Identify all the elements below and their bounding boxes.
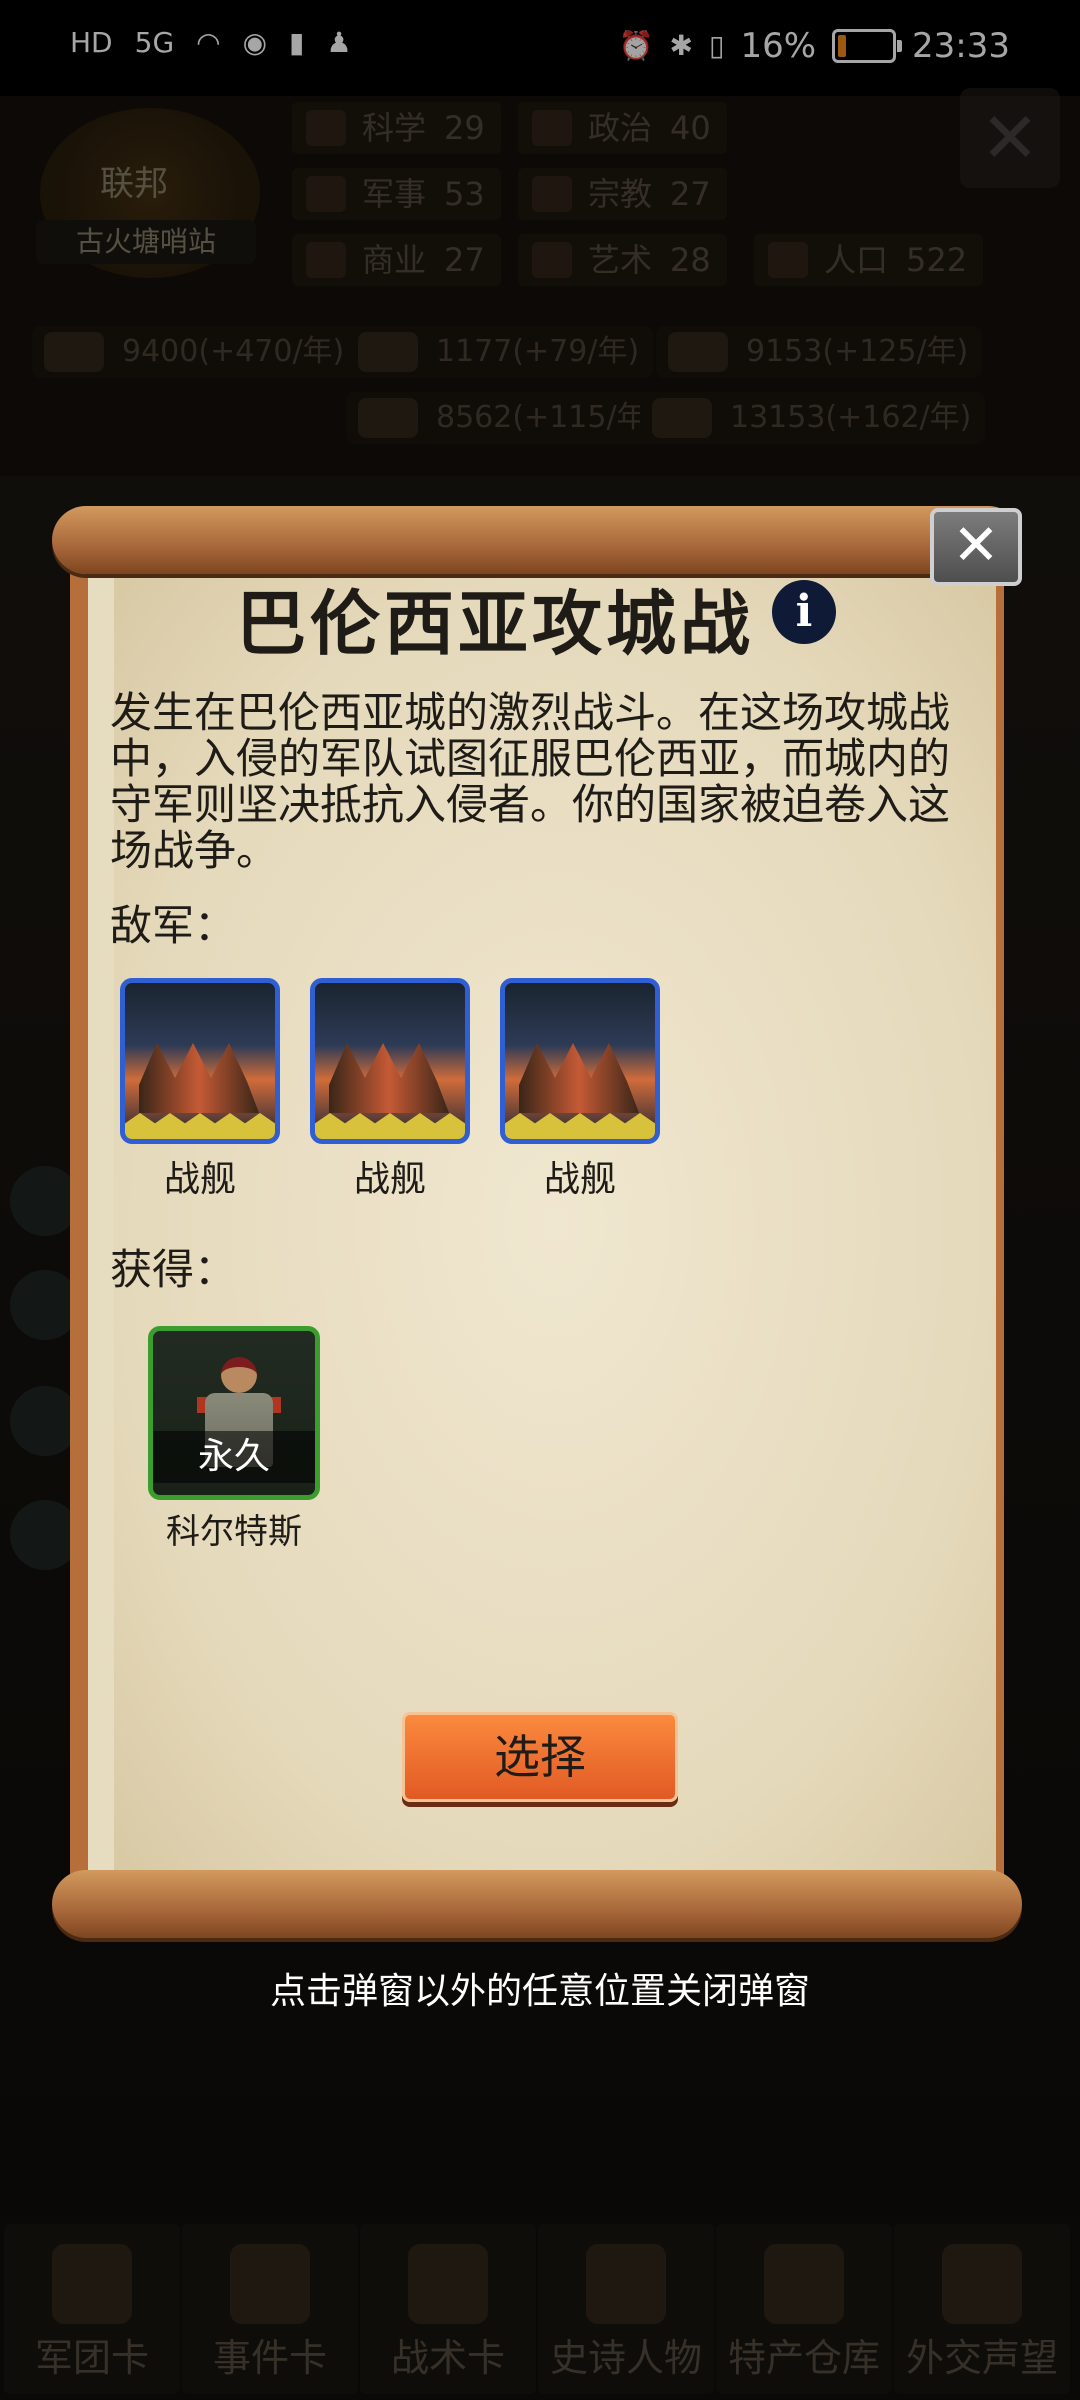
modal-title: 巴伦西亚攻城战 xyxy=(0,568,1080,669)
enemy-unit-card[interactable]: 战舰 xyxy=(310,978,470,1202)
choose-button[interactable]: 选择 xyxy=(402,1712,678,1802)
warship-icon xyxy=(310,978,470,1144)
reward-label: 获得： xyxy=(110,1245,237,1294)
reward-card[interactable]: 永久 科尔特斯 xyxy=(148,1326,320,1553)
scroll-roller-bottom xyxy=(52,1870,1022,1938)
enemy-label: 敌军： xyxy=(110,901,237,950)
permanent-badge: 永久 xyxy=(153,1431,315,1483)
enemy-unit-card[interactable]: 战舰 xyxy=(500,978,660,1202)
info-icon[interactable]: i xyxy=(772,580,836,644)
scroll-roller-top xyxy=(52,506,1022,574)
reward-name: 科尔特斯 xyxy=(166,1512,302,1552)
hero-portrait: 永久 xyxy=(148,1326,320,1500)
event-description: 发生在巴伦西亚城的激烈战斗。在这场攻城战中，入侵的军队试图征服巴伦西亚，而城内的… xyxy=(110,688,951,875)
unit-name: 战舰 xyxy=(353,1159,426,1200)
unit-name: 战舰 xyxy=(543,1159,616,1200)
close-hint: 点击弹窗以外的任意位置关闭弹窗 xyxy=(269,1971,810,2012)
unit-name: 战舰 xyxy=(163,1159,236,1200)
warship-icon xyxy=(500,978,660,1144)
modal-title-text: 巴伦西亚攻城战 xyxy=(236,583,754,665)
enemy-unit-card[interactable]: 战舰 xyxy=(120,978,280,1202)
warship-icon xyxy=(120,978,280,1144)
